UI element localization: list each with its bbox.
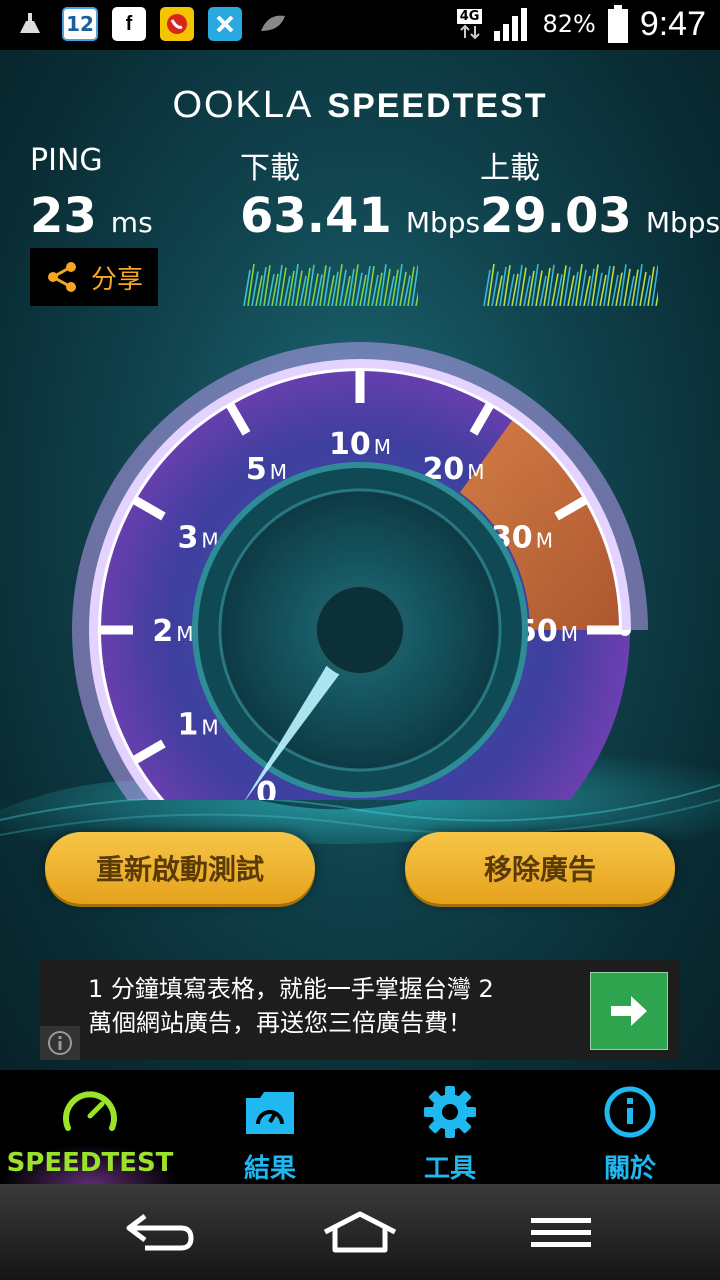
download-label: 下載	[240, 151, 300, 186]
clean-icon	[14, 7, 48, 41]
system-status: 4G 82% 9:47	[456, 4, 706, 44]
ad-open-button[interactable]	[590, 972, 668, 1050]
battery-icon	[607, 5, 628, 43]
results-icon	[246, 1092, 294, 1134]
speed-gauge: 01 M2 M3 M5 M10 M20 M30 M50 M	[72, 342, 648, 800]
phone-app-icon	[160, 7, 194, 41]
brand-name: OOKLA	[172, 84, 314, 126]
download-value-block: 63.41 Mbps	[240, 188, 480, 244]
ping-label: PING	[30, 143, 103, 178]
network-indicator: 4G	[456, 8, 483, 40]
tab-about[interactable]: 關於	[540, 1070, 720, 1184]
facebook-icon: f	[112, 7, 146, 41]
ad-text: 1 分鐘填寫表格，就能一手掌握台灣 2 萬個網站廣告，再送您三倍廣告費！	[88, 972, 568, 1040]
signal-icon	[494, 8, 528, 41]
arrow-right-icon	[611, 996, 647, 1026]
notification-icons: 12 f	[14, 7, 290, 41]
calendar-day: 12	[66, 12, 94, 36]
needle-hub	[311, 581, 409, 679]
tab-label: SPEEDTEST	[6, 1148, 174, 1178]
bottom-tab-bar: SPEEDTEST 結果 工具 關於	[0, 1070, 720, 1184]
menu-icon[interactable]	[515, 1202, 605, 1262]
home-icon[interactable]	[315, 1202, 405, 1262]
share-button[interactable]: 分享	[30, 248, 158, 306]
ping-value-block: 23 ms	[30, 188, 153, 244]
upload-value-block: 29.03 Mbps	[480, 188, 720, 244]
speedometer-icon	[63, 1091, 117, 1131]
upload-unit: Mbps	[645, 206, 720, 239]
ad-banner[interactable]: 1 分鐘填寫表格，就能一手掌握台灣 2 萬個網站廣告，再送您三倍廣告費！	[40, 960, 680, 1060]
ad-info-icon[interactable]	[40, 1026, 80, 1060]
network-type: 4G	[456, 8, 483, 24]
leaf-icon	[256, 7, 290, 41]
ping-unit: ms	[110, 206, 153, 239]
app-logo: OOKLA SPEEDTEST	[0, 82, 720, 127]
battery-percent: 82%	[542, 10, 596, 38]
clock: 9:47	[639, 4, 706, 43]
system-nav-bar	[0, 1184, 720, 1280]
ping-value: 23	[30, 188, 97, 244]
back-icon[interactable]	[115, 1202, 205, 1262]
download-unit: Mbps	[405, 206, 481, 239]
status-bar: 12 f 4G 82% 9:47	[0, 0, 720, 50]
download-sparkline	[243, 263, 418, 306]
gear-icon	[424, 1086, 476, 1138]
download-value: 63.41	[240, 188, 392, 244]
calendar-icon: 12	[62, 7, 98, 41]
tab-speedtest[interactable]: SPEEDTEST	[0, 1070, 180, 1184]
share-icon	[47, 262, 76, 292]
game-app-icon	[208, 7, 242, 41]
upload-label: 上載	[480, 151, 540, 186]
info-icon	[604, 1086, 656, 1138]
ad-line-2: 萬個網站廣告，再送您三倍廣告費！	[88, 1009, 472, 1037]
tab-label: 關於	[603, 1154, 656, 1184]
remove-ads-button[interactable]: 移除廣告	[405, 832, 675, 904]
tab-label: 工具	[423, 1154, 476, 1184]
ad-line-1: 1 分鐘填寫表格，就能一手掌握台灣 2	[88, 975, 494, 1003]
share-label: 分享	[90, 264, 143, 295]
tab-label: 結果	[243, 1154, 296, 1184]
tab-tools[interactable]: 工具	[360, 1070, 540, 1184]
tab-results[interactable]: 結果	[180, 1070, 360, 1184]
product-name: SPEEDTEST	[327, 87, 548, 125]
restart-test-button[interactable]: 重新啟動測試	[45, 832, 315, 904]
upload-sparkline	[483, 263, 658, 306]
data-arrows-icon	[459, 24, 480, 39]
upload-value: 29.03	[480, 188, 632, 244]
